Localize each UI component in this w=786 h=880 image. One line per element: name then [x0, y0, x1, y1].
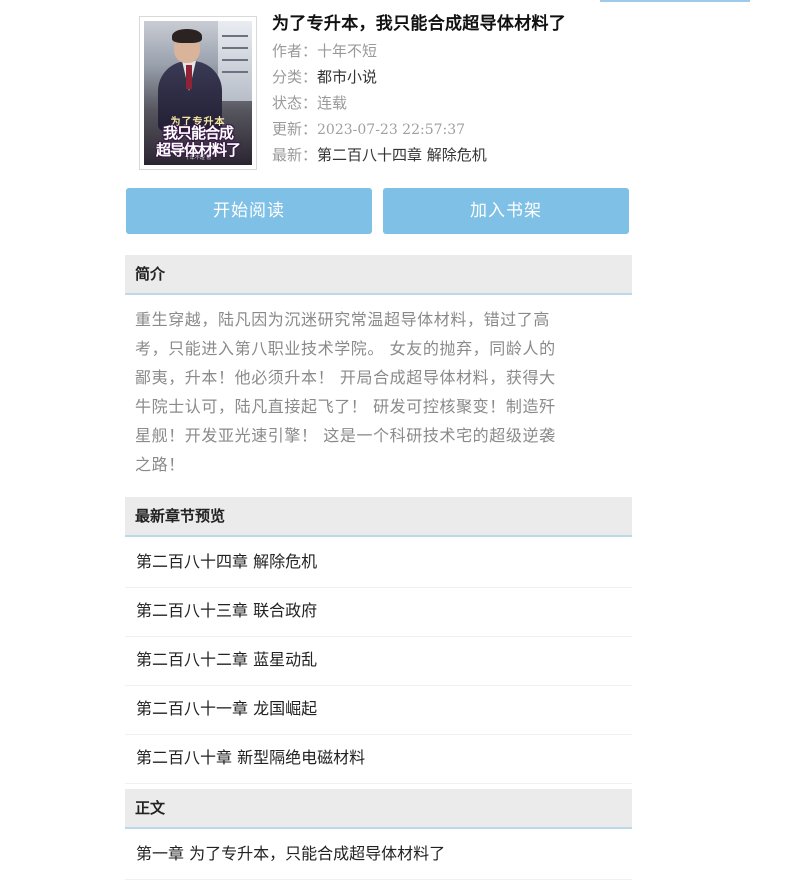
latest-chapters-header: 最新章节预览 [125, 497, 632, 537]
chapter-link[interactable]: 第二百八十四章 解除危机 [125, 539, 632, 588]
category-label: 分类： [272, 68, 318, 86]
category-row: 分类：都市小说 [272, 64, 632, 90]
intro-line: 鄙夷，升本！他必须升本！ 开局合成超导体材料，获得大 [135, 368, 556, 387]
start-reading-button[interactable]: 开始阅读 [126, 188, 372, 234]
book-title: 为了专升本，我只能合成超导体材料了 [272, 14, 567, 34]
status-row: 状态：连载 [272, 90, 632, 116]
intro-line: 考，只能进入第八职业技术学院。 女友的抛弃，同龄人的 [135, 339, 556, 358]
intro-line: 之路！ [135, 455, 185, 474]
add-to-shelf-button[interactable]: 加入书架 [383, 188, 629, 234]
category-link[interactable]: 都市小说 [317, 68, 377, 86]
book-meta: 为了专升本，我只能合成超导体材料了 作者：十年不短 分类：都市小说 状态：连载 … [272, 12, 632, 168]
book-detail-page: 为了专升本 我只能合成 超导体材料了 十年不短 著 为了专升本，我只能合成超导体… [125, 0, 750, 880]
main-text-chapter-list: 第一章 为了专升本，只能合成超导体材料了 [125, 831, 632, 880]
cover-title-line1: 我只能合成 [162, 124, 234, 142]
updated-row: 更新：2023-07-23 22:57:37 [272, 116, 632, 142]
chapter-link[interactable]: 第二百八十二章 蓝星动乱 [125, 637, 632, 686]
cover-image: 为了专升本 我只能合成 超导体材料了 十年不短 著 [144, 21, 252, 165]
latest-chapters-list: 第二百八十四章 解除危机 第二百八十三章 联合政府 第二百八十二章 蓝星动乱 第… [125, 539, 632, 784]
updated-label: 更新： [272, 120, 318, 138]
chapter-link[interactable]: 第二百八十章 新型隔绝电磁材料 [125, 735, 632, 784]
intro-header: 简介 [125, 255, 632, 295]
status-value: 连载 [317, 94, 348, 112]
intro-line: 星舰！开发亚光速引擎！ 这是一个科研技术宅的超级逆袭 [135, 426, 556, 445]
latest-chapter-link[interactable]: 第二百八十四章 解除危机 [317, 146, 487, 164]
book-info: 为了专升本 我只能合成 超导体材料了 十年不短 著 为了专升本，我只能合成超导体… [125, 12, 632, 172]
latest-row: 最新：第二百八十四章 解除危机 [272, 142, 632, 168]
intro-line: 重生穿越，陆凡因为沉迷研究常温超导体材料，错过了高 [135, 310, 551, 329]
chapter-link[interactable]: 第一章 为了专升本，只能合成超导体材料了 [125, 831, 632, 880]
chapter-link[interactable]: 第二百八十一章 龙国崛起 [125, 686, 632, 735]
intro-text: 重生穿越，陆凡因为沉迷研究常温超导体材料，错过了高 考，只能进入第八职业技术学院… [135, 305, 627, 479]
updated-value: 2023-07-23 22:57:37 [317, 122, 466, 138]
book-cover[interactable]: 为了专升本 我只能合成 超导体材料了 十年不短 著 [139, 16, 257, 170]
cover-figure-tie [186, 65, 192, 89]
status-label: 状态： [272, 94, 318, 112]
author-row: 作者：十年不短 [272, 38, 632, 64]
top-divider [600, 0, 750, 2]
cover-author: 十年不短 著 [184, 155, 212, 161]
cover-background-chart [218, 21, 252, 101]
main-text-header: 正文 [125, 789, 632, 829]
author-label: 作者： [272, 42, 318, 60]
chapter-link[interactable]: 第二百八十三章 联合政府 [125, 588, 632, 637]
intro-line: 牛院士认可，陆凡直接起飞了！ 研发可控核聚变！制造歼 [135, 397, 556, 416]
cover-figure-hair [172, 29, 202, 43]
author-value: 十年不短 [317, 42, 378, 60]
latest-label: 最新： [272, 146, 318, 164]
